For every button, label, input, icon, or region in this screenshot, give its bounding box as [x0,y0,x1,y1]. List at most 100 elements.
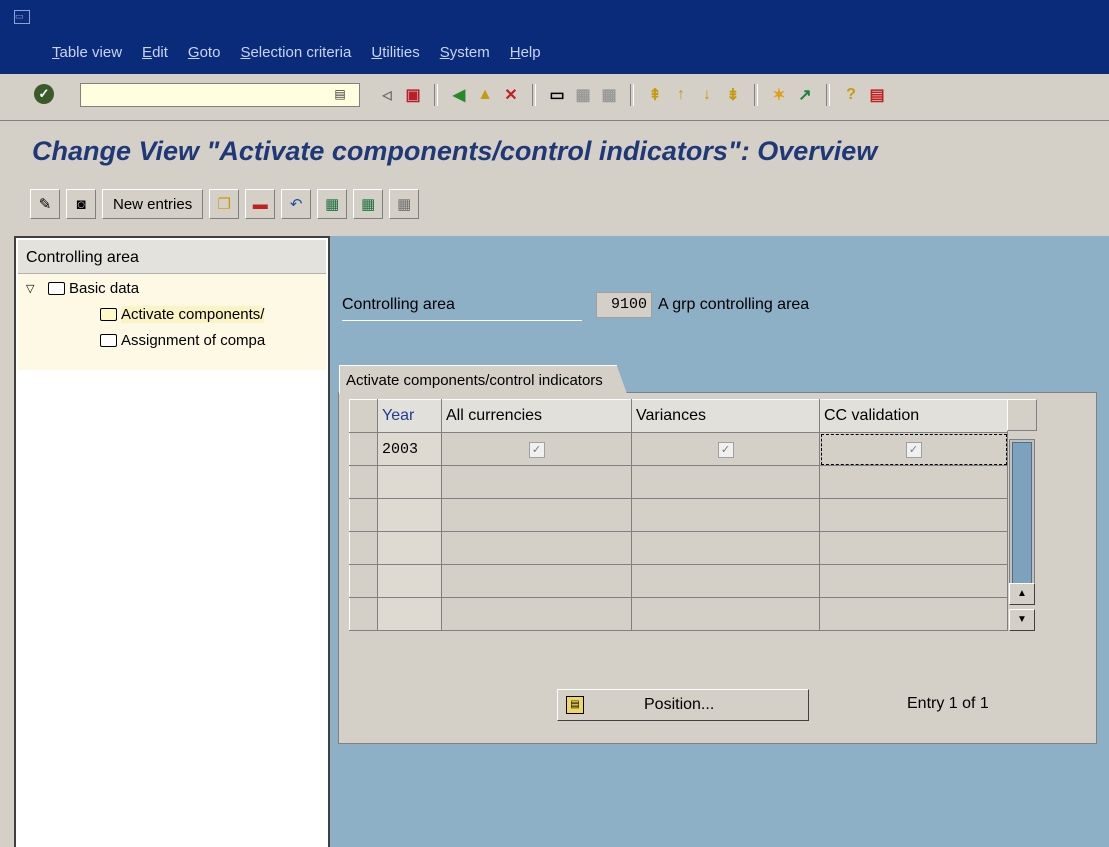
menu-utilities[interactable]: Utilities [371,44,419,66]
all-currencies-cell: ✓ [441,432,632,466]
position-button[interactable]: ▤ Position... [557,689,809,721]
menu-help[interactable]: Help [510,44,541,66]
year-cell[interactable] [377,597,442,631]
main-content: Controlling area 9100 A grp controlling … [330,236,1109,847]
first-page-icon[interactable]: ⇞ [644,84,666,106]
table-control: Activate components/control indicators Y… [338,365,1097,744]
tree-node-label: Activate components/ [121,305,265,323]
back-nav-icon[interactable]: ◀ [448,84,470,106]
all-currencies-cell [441,564,632,598]
all-currencies-cell [441,597,632,631]
table-caption: Activate components/control indicators [339,365,627,394]
toolbar-separator [532,84,536,106]
column-header-variances[interactable]: Variances [631,399,820,433]
select-all-column-button[interactable] [349,399,378,433]
variances-checkbox[interactable]: ✓ [717,441,734,458]
last-page-icon[interactable]: ⇟ [722,84,744,106]
cancel-icon[interactable]: ✕ [500,84,522,106]
column-header-year[interactable]: Year [377,399,442,433]
tree-node-activate-components[interactable]: Activate components/ [100,302,326,326]
variances-cell [631,465,820,499]
controlling-area-field[interactable]: 9100 [596,292,652,318]
find-icon[interactable]: ▦ [572,84,594,106]
variances-cell [631,498,820,532]
toolbar-separator [754,84,758,106]
variances-cell [631,564,820,598]
new-session-icon[interactable]: ✶ [768,84,790,106]
tree-node-label: Assignment of compa [121,331,266,349]
tree-header: Controlling area [18,240,326,274]
menu-goto[interactable]: Goto [188,44,221,66]
year-cell[interactable]: 2003 [377,432,442,466]
all-currencies-cell [441,531,632,565]
command-field[interactable] [80,83,360,107]
system-menu-icon[interactable]: ▭ [14,10,30,24]
scrollbar-track[interactable] [1009,439,1035,597]
standard-toolbar: ✓ ▤ ◁ ▣ ◀ ▲ ✕ ▭ ▦ ▦ ⇞ ↑ ↓ ⇟ ✶ ↗ ? ▤ [0,74,1109,121]
variances-cell [631,531,820,565]
title-bar: ▭ Table view Edit Goto Selection criteri… [0,0,1109,74]
exit-icon[interactable]: ▲ [474,84,496,106]
row-selector[interactable] [349,498,378,532]
table-row [349,465,1008,499]
print-icon[interactable]: ▭ [546,84,568,106]
command-history-icon[interactable]: ▤ [331,85,349,103]
delete-icon[interactable]: ▬ [245,189,276,219]
year-cell[interactable] [377,531,442,565]
row-selector[interactable] [349,531,378,565]
layout-icon[interactable]: ▤ [866,84,888,106]
prev-page-icon[interactable]: ↑ [670,84,692,106]
row-selector[interactable] [349,597,378,631]
table-settings-button[interactable] [1007,399,1037,431]
menu-selection-criteria[interactable]: Selection criteria [240,44,351,66]
table-row: 2003 ✓ ✓ ✓ [349,432,1008,466]
row-selector[interactable] [349,564,378,598]
column-header-cc-validation[interactable]: CC validation [819,399,1008,433]
menu-table-view[interactable]: Table view [52,44,122,66]
display-change-icon[interactable]: ✎ [30,189,60,219]
variances-cell [631,597,820,631]
position-icon: ▤ [566,696,584,714]
table-row [349,498,1008,532]
undo-change-icon[interactable]: ↶ [281,189,312,219]
enter-icon[interactable]: ✓ [34,84,54,104]
new-entries-button[interactable]: New entries [102,189,204,219]
shortcut-icon[interactable]: ↗ [794,84,816,106]
deselect-all-icon[interactable]: ▦ [389,189,420,219]
select-block-icon[interactable]: ▦ [353,189,384,219]
cc-validation-cell [819,465,1008,499]
save-icon[interactable]: ▣ [402,84,424,106]
menu-edit[interactable]: Edit [142,44,168,66]
cc-validation-cell [819,564,1008,598]
find-next-icon[interactable]: ▦ [598,84,620,106]
row-selector[interactable] [349,432,378,466]
menu-system[interactable]: System [440,44,490,66]
row-selector[interactable] [349,465,378,499]
scrollbar-thumb[interactable] [1012,442,1032,590]
other-view-icon[interactable]: ◙ [66,189,96,219]
controlling-area-description: A grp controlling area [658,296,810,313]
column-header-all-currencies[interactable]: All currencies [441,399,632,433]
scroll-up-icon[interactable]: ▲ [1009,583,1035,605]
cc-validation-cell: ✓ [819,432,1008,466]
cc-validation-checkbox[interactable]: ✓ [905,441,922,458]
help-icon[interactable]: ? [840,84,862,106]
tree-node-assignment-company[interactable]: Assignment of compa [100,328,326,352]
year-cell[interactable] [377,498,442,532]
year-cell[interactable] [377,564,442,598]
select-all-icon[interactable]: ▦ [317,189,348,219]
year-cell[interactable] [377,465,442,499]
scroll-down-icon[interactable]: ▼ [1009,609,1035,631]
expand-toggle-icon[interactable]: ▽ [26,282,40,295]
table-row [349,564,1008,598]
back-icon[interactable]: ◁ [376,84,398,106]
dialog-structure-pane: Controlling area ▽ Basic data Activate c… [14,236,330,847]
next-page-icon[interactable]: ↓ [696,84,718,106]
toolbar-icons: ◁ ▣ ◀ ▲ ✕ ▭ ▦ ▦ ⇞ ↑ ↓ ⇟ ✶ ↗ ? ▤ [376,84,888,106]
all-currencies-checkbox[interactable]: ✓ [528,441,545,458]
cc-validation-cell [819,597,1008,631]
variances-cell: ✓ [631,432,820,466]
vertical-scrollbar[interactable]: ▲ ▼ [1007,399,1037,637]
copy-as-icon[interactable]: ❐ [209,189,240,219]
tree-node-basic-data[interactable]: ▽ Basic data [26,276,139,300]
